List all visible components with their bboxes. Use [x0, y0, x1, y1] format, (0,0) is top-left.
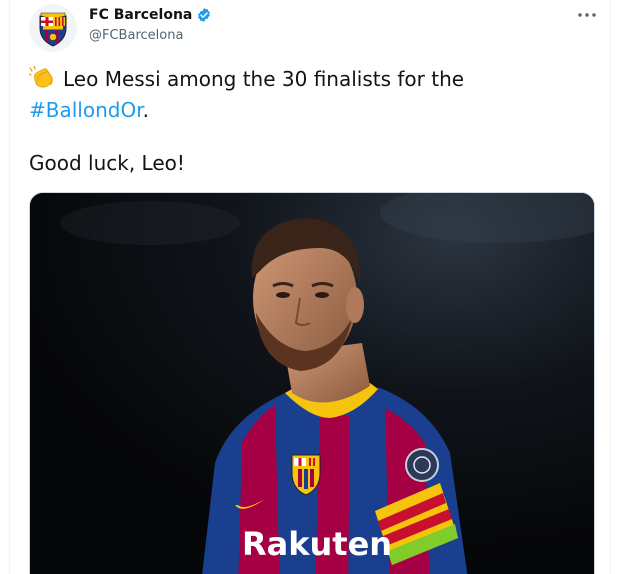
fc-barcelona-crest-icon	[29, 4, 77, 52]
tweet-text-line-1: Leo Messi among the 30 finalists for the	[63, 67, 465, 91]
verified-badge-icon	[196, 7, 212, 23]
tweet-card: FC Barcelona @FCBarcelona Leo Messi amon…	[9, 0, 611, 574]
hashtag-link[interactable]: #BallondOr	[29, 98, 143, 122]
tweet-photo[interactable]: Rakuten	[29, 192, 595, 574]
author-name[interactable]: FC Barcelona	[89, 7, 192, 23]
tweet-line-2: #BallondOr.	[29, 95, 589, 126]
clapping-hands-emoji	[28, 65, 57, 90]
tweet-text: Leo Messi among the 30 finalists for the…	[28, 64, 589, 179]
messi-photo: Rakuten	[30, 193, 594, 574]
tweet-line-1: Leo Messi among the 30 finalists for the	[28, 64, 589, 95]
hashtag-suffix: .	[142, 98, 149, 122]
author-handle[interactable]: @FCBarcelona	[89, 28, 183, 43]
author-avatar[interactable]	[29, 4, 77, 52]
tweet-line-3: Good luck, Leo!	[29, 151, 185, 175]
more-options-icon[interactable]	[575, 3, 599, 27]
shirt-sponsor: Rakuten	[242, 525, 392, 563]
author-name-row[interactable]: FC Barcelona	[89, 7, 212, 23]
